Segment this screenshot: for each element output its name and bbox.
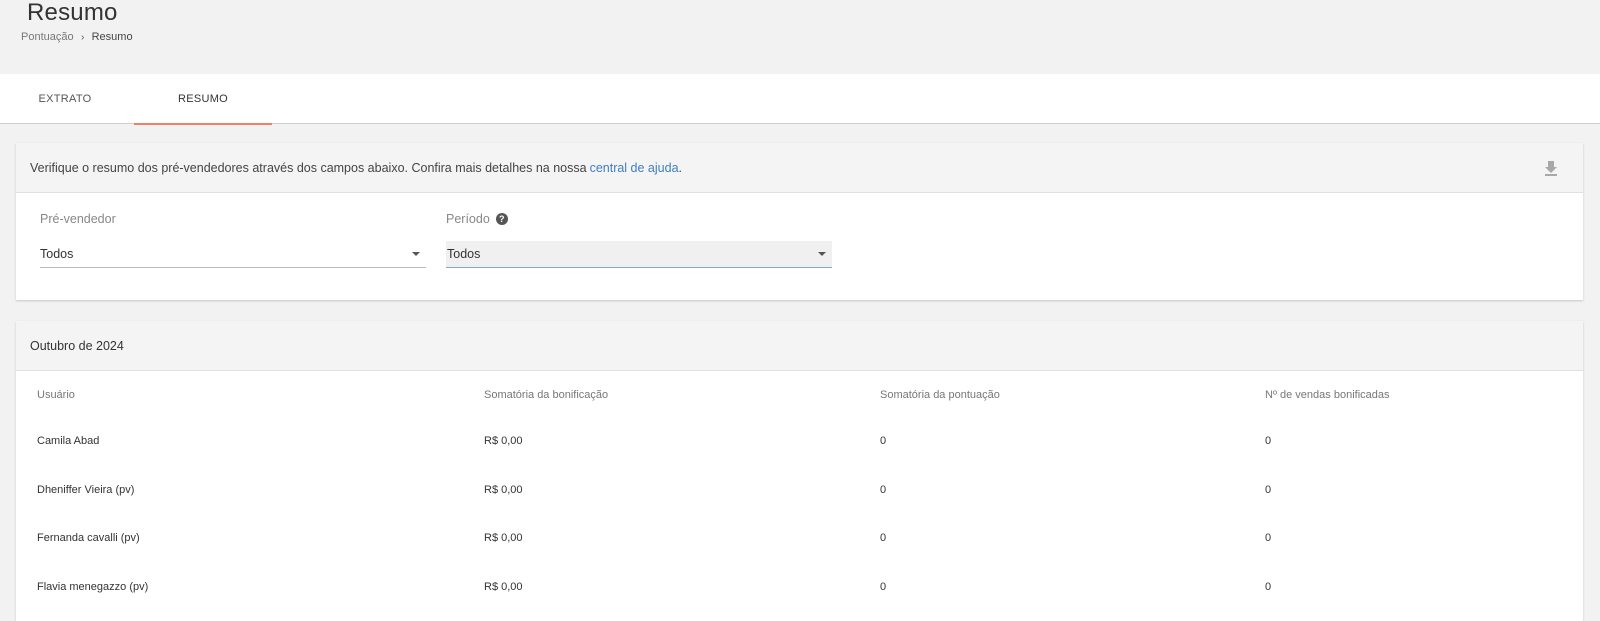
cell-sales: 0 [1265,483,1272,496]
cell-user: Dheniffer Vieira (pv) [37,483,135,496]
table-header-row: Usuário Somatória da bonificação Somatór… [16,371,1583,417]
seller-select[interactable]: Todos [40,241,426,268]
cell-points: 0 [880,483,887,496]
period-select[interactable]: Todos [446,241,832,268]
cell-user: Camila Abad [37,435,100,448]
column-header-pontuacao: Somatória da pontuação [880,389,1000,401]
breadcrumb-current: Resumo [91,31,133,43]
page-header: Resumo Pontuação › Resumo [0,0,1600,74]
cell-sales: 0 [1265,580,1272,593]
page-title: Resumo [27,0,118,26]
dropdown-arrow-icon [412,252,420,256]
table-row: Dheniffer Vieira (pv) R$ 0,00 0 0 [16,466,1583,515]
cell-sales: 0 [1265,532,1272,545]
cell-user: Flavia menegazzo (pv) [37,580,149,593]
help-icon[interactable]: ? [495,213,508,225]
cell-bonus: R$ 0,00 [484,532,523,545]
summary-period-title: Outubro de 2024 [16,321,1583,371]
cell-bonus: R$ 0,00 [484,483,523,496]
cell-points: 0 [880,532,887,545]
tab-bar: EXTRATO RESUMO [0,74,1600,125]
tab-resumo[interactable]: RESUMO [134,74,272,125]
cell-bonus: R$ 0,00 [484,435,523,448]
cell-points: 0 [880,435,887,448]
breadcrumb: Pontuação › Resumo [21,31,133,43]
download-icon[interactable] [1543,160,1559,176]
table-row: Fernanda cavalli (pv) R$ 0,00 0 0 [16,514,1583,563]
breadcrumb-link-pontuacao[interactable]: Pontuação [21,31,74,43]
summary-card: Outubro de 2024 Usuário Somatória da bon… [16,321,1583,621]
seller-filter-label: Pré-vendedor [40,212,116,226]
column-header-usuario: Usuário [37,389,75,401]
help-center-link[interactable]: central de ajuda [590,161,679,175]
filters-row: Pré-vendedor Todos Período ? Todos [16,193,1583,299]
column-header-vendas: Nº de vendas bonificadas [1265,389,1390,401]
period-label-text: Período [446,212,490,226]
cell-user: Fernanda cavalli (pv) [37,532,140,545]
dropdown-arrow-icon [818,252,826,256]
tab-extrato[interactable]: EXTRATO [0,74,130,124]
info-bar: Verifique o resumo dos pré-vendedores at… [16,143,1583,193]
cell-bonus: R$ 0,00 [484,580,523,593]
seller-select-value: Todos [40,247,74,261]
column-header-bonificacao: Somatória da bonificação [484,389,609,401]
table-row: Flavia menegazzo (pv) R$ 0,00 0 0 [16,563,1583,612]
info-text: Verifique o resumo dos pré-vendedores at… [30,160,587,175]
period-filter-label: Período ? [446,212,508,226]
summary-table: Usuário Somatória da bonificação Somatór… [16,371,1583,611]
table-row: Camila Abad R$ 0,00 0 0 [16,417,1583,466]
cell-points: 0 [880,580,887,593]
cell-sales: 0 [1265,435,1272,448]
period-select-value: Todos [447,247,481,261]
chevron-right-icon: › [80,31,85,43]
filters-card: Verifique o resumo dos pré-vendedores at… [16,143,1583,300]
info-suffix: . [678,160,682,175]
seller-label-text: Pré-vendedor [40,212,116,226]
